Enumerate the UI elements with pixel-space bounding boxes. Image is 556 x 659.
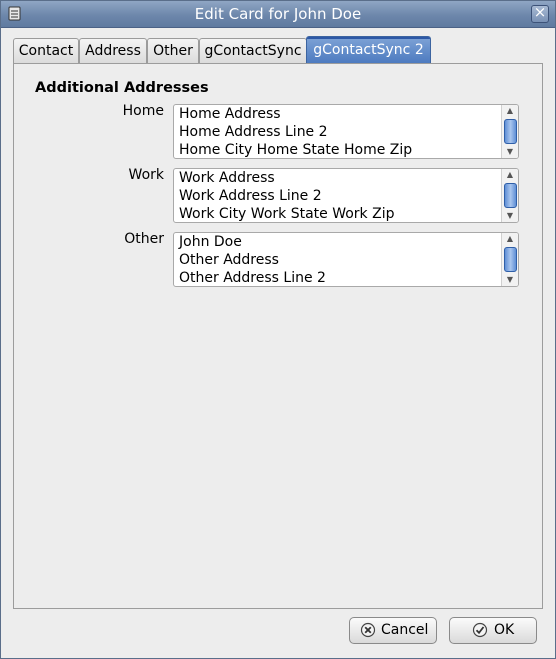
ok-button[interactable]: OK xyxy=(449,617,537,644)
scroll-thumb[interactable] xyxy=(504,247,517,272)
scroll-up-icon[interactable]: ▲ xyxy=(502,169,518,181)
scroll-up-icon[interactable]: ▲ xyxy=(502,233,518,245)
address-line: Other Address xyxy=(179,252,279,268)
title-bar[interactable]: Edit Card for John Doe × xyxy=(1,1,555,28)
ok-label: OK xyxy=(494,622,515,638)
scroll-down-icon[interactable]: ▼ xyxy=(502,274,518,286)
tab-label: Other xyxy=(153,43,193,59)
scrollbar[interactable]: ▲ ▼ xyxy=(501,169,518,222)
tab-label: gContactSync 2 xyxy=(313,42,424,58)
dialog-window: Edit Card for John Doe × Contact Address… xyxy=(0,0,556,659)
window-title: Edit Card for John Doe xyxy=(194,5,362,23)
other-label: Other xyxy=(124,231,164,247)
address-line: Home City Home State Home Zip xyxy=(179,142,413,158)
scroll-down-icon[interactable]: ▼ xyxy=(502,210,518,222)
tab-address[interactable]: Address xyxy=(79,38,147,63)
scroll-thumb[interactable] xyxy=(504,183,517,208)
address-line: John Doe xyxy=(179,234,242,250)
tab-label: gContactSync xyxy=(204,43,302,59)
cancel-button[interactable]: Cancel xyxy=(349,617,437,644)
other-address-textarea[interactable]: John Doe Other Address Other Address Lin… xyxy=(173,232,519,287)
tab-label: Address xyxy=(85,43,141,59)
address-line: Work City Work State Work Zip xyxy=(179,206,395,222)
close-icon: × xyxy=(533,3,547,21)
tab-accent xyxy=(307,37,430,39)
tab-contact[interactable]: Contact xyxy=(13,38,79,63)
home-label: Home xyxy=(122,103,164,119)
scroll-up-icon[interactable]: ▲ xyxy=(502,105,518,117)
work-label: Work xyxy=(128,167,164,183)
section-title: Additional Addresses xyxy=(35,80,209,96)
tab-gcontactsync-2[interactable]: gContactSync 2 xyxy=(306,36,431,64)
tab-other[interactable]: Other xyxy=(147,38,199,63)
tab-gcontactsync[interactable]: gContactSync xyxy=(199,38,307,63)
scroll-down-icon[interactable]: ▼ xyxy=(502,146,518,158)
close-button[interactable]: × xyxy=(531,3,549,23)
address-line: Work Address Line 2 xyxy=(179,188,322,204)
scrollbar[interactable]: ▲ ▼ xyxy=(501,233,518,286)
address-line: Work Address xyxy=(179,170,275,186)
work-address-textarea[interactable]: Work Address Work Address Line 2 Work Ci… xyxy=(173,168,519,223)
cancel-label: Cancel xyxy=(381,622,429,638)
scrollbar[interactable]: ▲ ▼ xyxy=(501,105,518,158)
ok-icon xyxy=(472,622,488,638)
address-line: Other Address Line 2 xyxy=(179,270,326,286)
home-address-textarea[interactable]: Home Address Home Address Line 2 Home Ci… xyxy=(173,104,519,159)
address-line: Home Address xyxy=(179,106,281,122)
cancel-icon xyxy=(360,622,376,638)
address-line: Home Address Line 2 xyxy=(179,124,328,140)
scroll-thumb[interactable] xyxy=(504,119,517,144)
tab-label: Contact xyxy=(18,43,74,59)
tab-panel: Additional Addresses Home Home Address H… xyxy=(13,63,543,609)
